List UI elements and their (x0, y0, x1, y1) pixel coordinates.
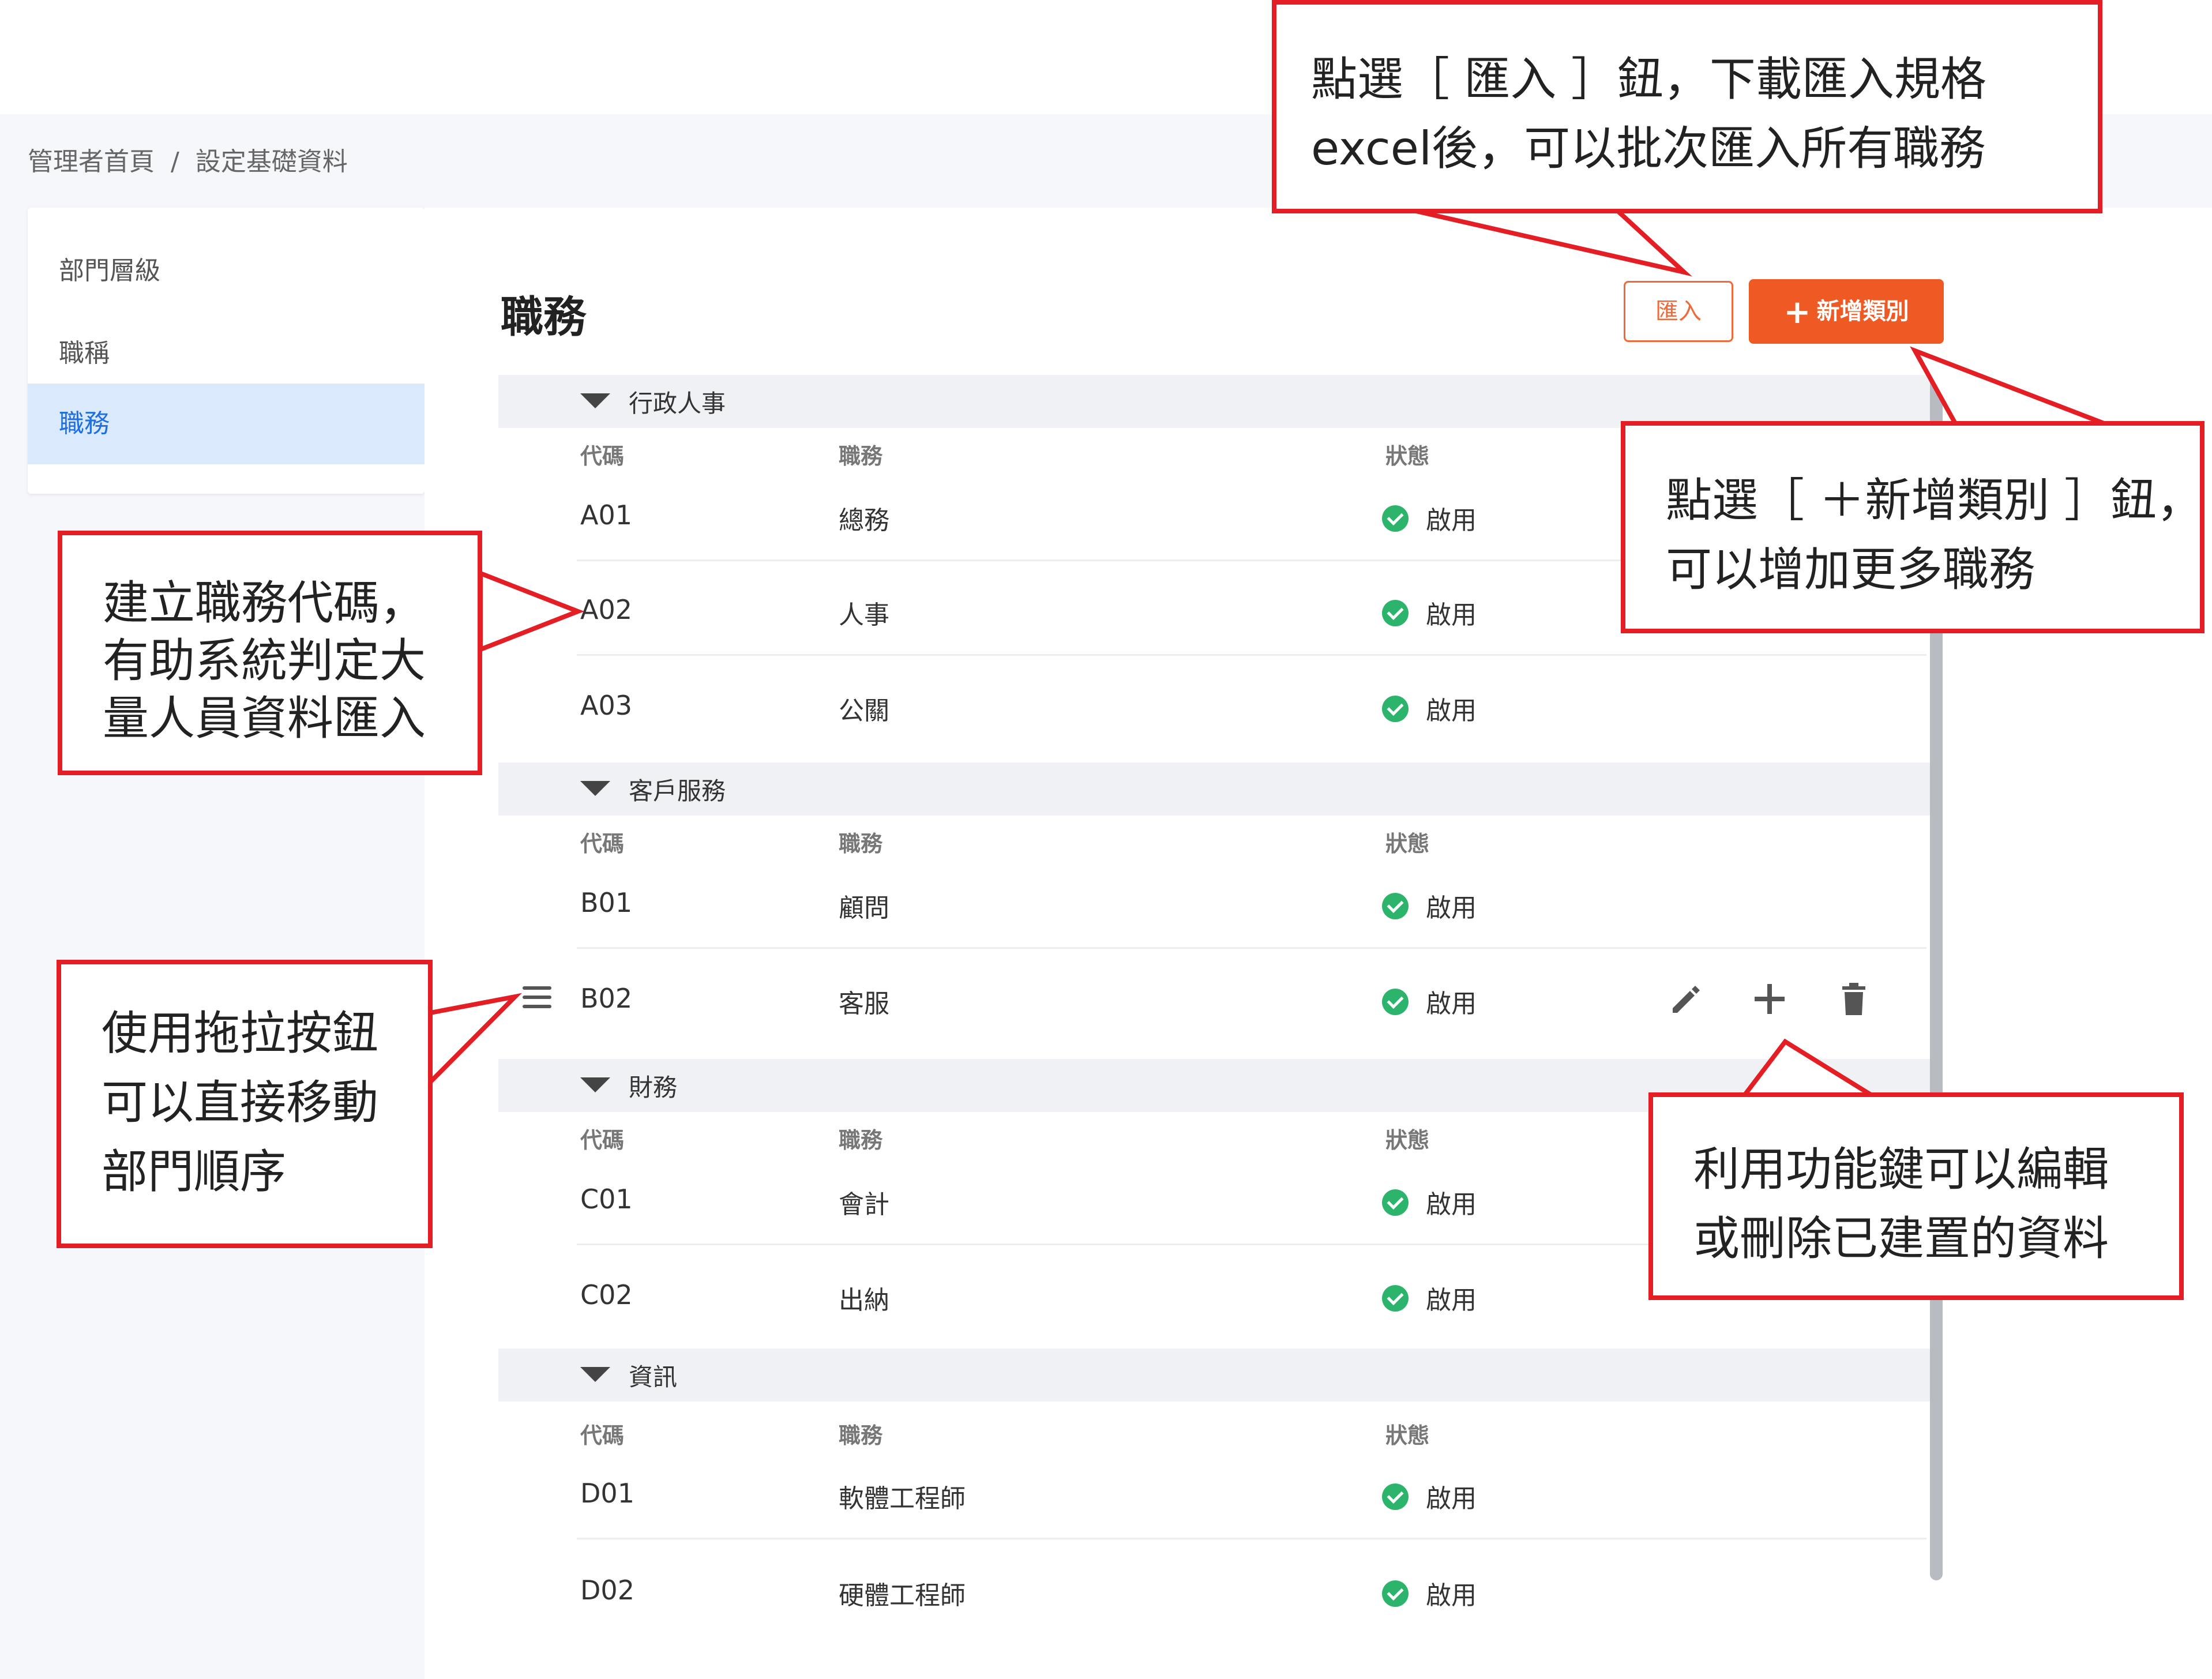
callout-pointers (428, 209, 2108, 1099)
callout-add-category-line1: 點選［ ＋新增類別 ］鈕， (1666, 474, 2203, 527)
callout-add-category-line2: 可以增加更多職務 (1666, 543, 2035, 596)
callout-code-line3: 量人員資料匯入 (103, 692, 426, 745)
callout-import-line2: excel後，可以批次匯入所有職務 (1311, 122, 1986, 175)
callout-import-line1: 點選［ 匯入 ］鈕，下載匯入規格 (1311, 52, 1986, 106)
callout-drag: 使用拖拉按鈕 可以直接移動 部門順序 (57, 960, 433, 1248)
callout-actions-line1: 利用功能鍵可以編輯 (1693, 1143, 2109, 1196)
callout-import: 點選［ 匯入 ］鈕，下載匯入規格 excel後，可以批次匯入所有職務 (1272, 0, 2102, 213)
callout-drag-line2: 可以直接移動 (102, 1076, 378, 1129)
callout-actions-line2: 或刪除已建置的資料 (1693, 1212, 2109, 1265)
callout-drag-line3: 部門順序 (102, 1145, 286, 1199)
callout-add-category: 點選［ ＋新增類別 ］鈕， 可以增加更多職務 (1621, 421, 2205, 633)
callout-code: 建立職務代碼， 有助系統判定大 量人員資料匯入 (58, 531, 482, 775)
callout-drag-line1: 使用拖拉按鈕 (102, 1006, 378, 1060)
callout-actions: 利用功能鍵可以編輯 或刪除已建置的資料 (1648, 1092, 2184, 1300)
